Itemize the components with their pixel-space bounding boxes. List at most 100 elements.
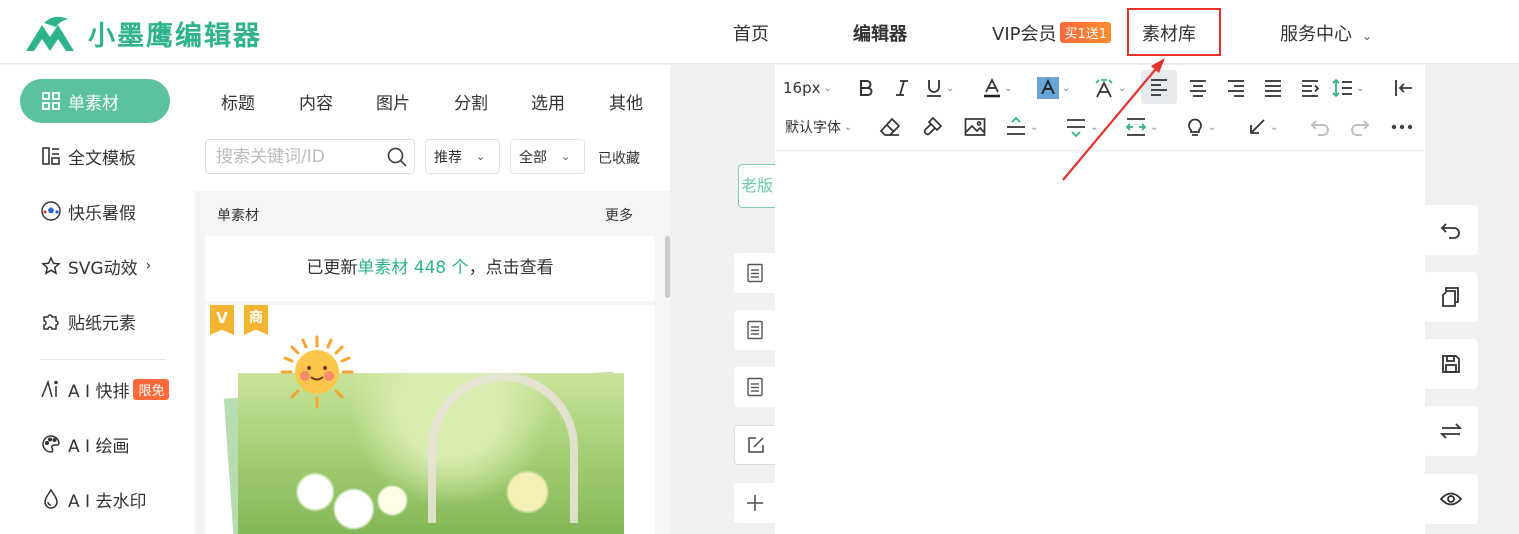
update-link[interactable]: 单素材 448 个 [357, 258, 468, 278]
justify-button[interactable] [1258, 71, 1288, 105]
redo-button[interactable] [1345, 110, 1375, 144]
italic-icon [896, 80, 908, 96]
scope-dropdown[interactable]: 全部 ⌄ [510, 139, 585, 174]
font-size-select[interactable]: 16px ⌄ [783, 71, 832, 105]
search-icon[interactable] [386, 146, 408, 168]
sidebar-item-summer[interactable]: 快乐暑假 [20, 189, 170, 233]
sidebar-item-full-template[interactable]: 全文模板 [20, 134, 170, 178]
sidebar-item-label: 贴纸元素 [68, 313, 136, 334]
chevron-down-icon: ⌄ [1062, 82, 1071, 94]
save-button[interactable] [1424, 339, 1478, 389]
nav-service[interactable]: 服务中心 ⌄ [1280, 20, 1372, 46]
chair-shape [428, 373, 578, 523]
palette-icon [40, 433, 62, 455]
chevron-down-icon: ⌄ [1356, 82, 1365, 94]
arrow-down-left-icon [1250, 119, 1265, 134]
search-input[interactable] [206, 140, 376, 173]
highlight-color-button[interactable]: ⌄ [1037, 71, 1070, 105]
sidebar-item-ai-layout[interactable]: A I 快排 限免 [20, 367, 170, 411]
paragraph-spacing-icon [1007, 117, 1025, 135]
tab-divider[interactable]: 分割 [454, 89, 488, 114]
align-left-button[interactable] [1141, 70, 1177, 104]
tab-image[interactable]: 图片 [376, 89, 410, 114]
copy-button[interactable] [1424, 272, 1478, 322]
underline-icon [927, 80, 941, 97]
insert-image-button[interactable] [960, 110, 990, 144]
update-suffix: ，点击查看 [468, 258, 554, 278]
align-center-button[interactable] [1183, 71, 1213, 105]
indent-button[interactable] [1295, 71, 1325, 105]
puzzle-icon [40, 310, 62, 332]
right-undo-button[interactable] [1424, 205, 1478, 255]
sidebar-item-ai-watermark[interactable]: A I 去水印 [20, 477, 170, 521]
text-effect-icon [1095, 79, 1113, 98]
chevron-down-icon: ⌄ [1004, 82, 1013, 94]
sort-dropdown-value: 推荐 [434, 149, 462, 166]
chevron-down-icon: ⌄ [1150, 121, 1159, 133]
tab-other[interactable]: 其他 [609, 89, 643, 114]
old-version-button[interactable]: 老版 [738, 164, 778, 208]
preview-button[interactable] [1424, 474, 1478, 524]
update-notice[interactable]: 已更新单素材 448 个，点击查看 [205, 236, 655, 301]
nav-editor[interactable]: 编辑器 [853, 20, 907, 46]
arrow-tool-button[interactable]: ⌄ [1247, 110, 1278, 144]
align-right-button[interactable] [1221, 71, 1251, 105]
align-center-icon [1190, 80, 1206, 97]
spacing-after-button[interactable]: ⌄ [1065, 110, 1098, 144]
exit-button[interactable] [1389, 71, 1419, 105]
tab-content[interactable]: 内容 [299, 89, 333, 114]
search-box [205, 139, 415, 174]
more-button[interactable] [1387, 110, 1417, 144]
add-tool[interactable] [734, 483, 776, 523]
section-title: 单素材 [217, 208, 259, 224]
sidebar-item-ai-draw[interactable]: A I 绘画 [20, 422, 170, 466]
editor-canvas[interactable]: 16px ⌄ ⌄ ⌄ ⌄ ⌄ ⌄ 默认字体 ⌄ ⌄ ⌄ ⌄ ⌄ ⌄ [775, 65, 1425, 534]
underline-button[interactable]: ⌄ [925, 71, 954, 105]
highlight-box [1127, 8, 1221, 56]
sidebar-item-single-material[interactable]: 单素材 [20, 79, 170, 123]
vip-promo-badge: 买1送1 [1060, 22, 1112, 43]
doc-tool-3[interactable] [734, 367, 776, 407]
eye-icon [1440, 492, 1462, 506]
letter-spacing-button[interactable]: ⌄ [1125, 110, 1158, 144]
sidebar-item-label: 快乐暑假 [68, 203, 136, 224]
align-right-icon [1228, 80, 1244, 97]
brush-icon [923, 116, 943, 136]
sidebar-item-stickers[interactable]: 贴纸元素 [20, 299, 170, 343]
doc-tool-1[interactable] [734, 253, 776, 293]
tab-title[interactable]: 标题 [221, 89, 255, 114]
doc-tool-2[interactable] [734, 310, 776, 350]
more-link[interactable]: 更多 [605, 205, 633, 225]
italic-button[interactable] [889, 71, 915, 105]
spacing-before-button[interactable]: ⌄ [1005, 110, 1038, 144]
sidebar-item-svg[interactable]: SVG动效 › [20, 244, 170, 288]
text-effect-button[interactable]: ⌄ [1093, 71, 1126, 105]
undo-button[interactable] [1305, 110, 1335, 144]
line-height-button[interactable]: ⌄ [1331, 71, 1364, 105]
bulb-button[interactable]: ⌄ [1185, 110, 1216, 144]
collected-link[interactable]: 已收藏 [598, 148, 640, 168]
template-icon [40, 145, 62, 167]
nav-vip[interactable]: VIP会员 买1送1 [992, 20, 1112, 46]
save-icon [1442, 355, 1460, 373]
format-painter-button[interactable] [917, 110, 947, 144]
material-card[interactable]: V 商 [205, 305, 655, 534]
nav-vip-label: VIP会员 [992, 24, 1057, 45]
document-icon [747, 320, 763, 340]
copy-icon [1442, 287, 1459, 307]
font-family-select[interactable]: 默认字体 ⌄ [785, 110, 852, 144]
edit-tool[interactable] [734, 425, 776, 465]
brand-name: 小墨鹰编辑器 [88, 21, 262, 52]
star-icon [40, 255, 62, 277]
nav-home[interactable]: 首页 [733, 20, 769, 46]
sort-dropdown[interactable]: 推荐 ⌄ [425, 139, 500, 174]
panel-scrollbar[interactable] [665, 236, 670, 298]
chevron-down-icon: ⌄ [1270, 121, 1279, 133]
brand-logo[interactable]: 小墨鹰编辑器 [24, 14, 262, 53]
sidebar-item-label: A I 快排 [68, 381, 130, 402]
clear-format-button[interactable] [875, 110, 905, 144]
bold-button[interactable] [853, 71, 879, 105]
swap-button[interactable] [1424, 406, 1478, 456]
font-color-button[interactable]: ⌄ [983, 71, 1012, 105]
tab-selected[interactable]: 选用 [531, 89, 565, 114]
